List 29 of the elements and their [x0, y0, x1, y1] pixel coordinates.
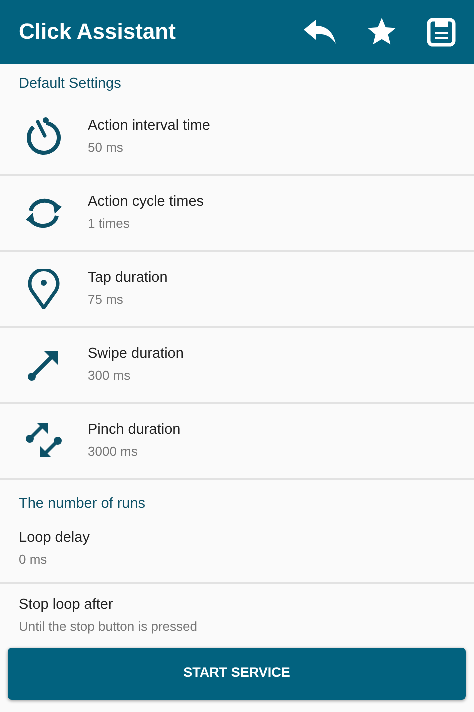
item-value: Until the stop button is pressed	[19, 618, 198, 636]
app-title: Click Assistant	[19, 18, 176, 46]
item-value: 50 ms	[88, 138, 124, 157]
section-header: The number of runs	[18, 494, 147, 514]
reply-icon[interactable]	[303, 19, 337, 45]
settings-item[interactable]: Action interval time 50 ms	[0, 100, 474, 176]
item-value: 75 ms	[88, 290, 124, 309]
item-title: Tap duration	[88, 269, 168, 288]
item-title: Loop delay	[19, 528, 90, 548]
item-value: 1 times	[88, 214, 131, 233]
item-title: Pinch duration	[88, 421, 181, 440]
item-value: 0 ms	[19, 550, 48, 569]
timer-icon	[24, 116, 64, 157]
settings-item[interactable]: Pinch duration 3000 ms	[0, 404, 474, 480]
item-title: Swipe duration	[88, 345, 184, 364]
save-icon[interactable]	[427, 18, 456, 46]
settings-item[interactable]: Swipe duration 300 ms	[0, 328, 474, 404]
settings-item[interactable]: Loop delay 0 ms	[0, 516, 474, 584]
star-icon[interactable]	[367, 18, 397, 46]
settings-item[interactable]: Action cycle times 1 times	[0, 176, 474, 252]
item-value: 3000 ms	[88, 442, 139, 461]
item-value: 300 ms	[88, 366, 132, 385]
settings-item[interactable]: Tap duration 75 ms	[0, 252, 474, 328]
item-title: Stop loop after	[19, 596, 114, 615]
start-service-button[interactable]: START SERVICE	[8, 648, 466, 700]
section-header: Default Settings	[18, 75, 122, 94]
settings-item[interactable]: Stop loop after Until the stop button is pressed	[0, 584, 474, 648]
item-title: Action cycle times	[88, 193, 204, 212]
item-title: Action interval time	[88, 117, 210, 136]
